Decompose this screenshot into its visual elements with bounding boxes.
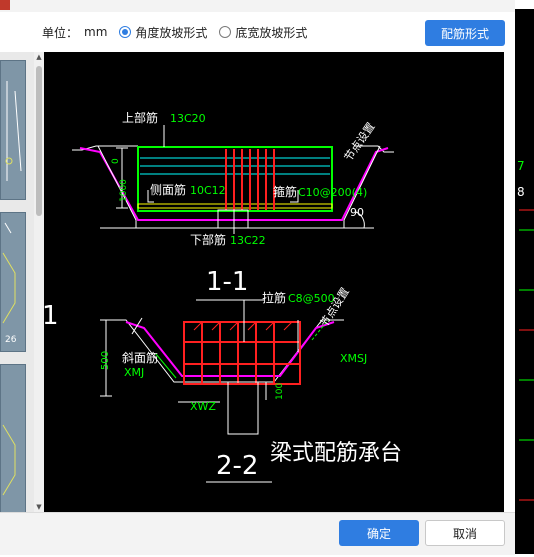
drawing-preview: 1 上部筋 13C20 侧面筋 10C12 箍筋 C10@200(4) 下部筋 … (42, 52, 504, 514)
background-canvas-lines: 7 8 (517, 159, 534, 501)
cancel-button[interactable]: 取消 (425, 520, 505, 546)
thumbnail-scrollbar[interactable]: ▲ ▼ (34, 52, 44, 512)
scrollbar-thumb[interactable] (36, 66, 42, 216)
thumbnail-item[interactable]: 26 (0, 212, 26, 352)
radio-checked-icon (119, 26, 132, 38)
xmsj-code: XMSJ (340, 352, 367, 365)
thumbnail-drawing-icon (2, 222, 16, 324)
height-dim-1: 1000 (119, 179, 129, 202)
slope-rebar-code: XMJ (124, 366, 144, 379)
title-bar (0, 0, 515, 12)
angle-value: 90 (350, 206, 364, 219)
thumbnail-item[interactable] (0, 60, 26, 200)
radio-angle-slope-label: 角度放坡形式 (135, 25, 208, 40)
stirrup-label: 箍筋 (273, 184, 297, 199)
section-title-2: 2-2 (216, 451, 258, 481)
stirrup-value: C10@200(4) (298, 186, 367, 199)
top-rebar-value: 13C20 (170, 112, 206, 125)
thumbnail-drawing-icon (5, 81, 22, 181)
background-canvas-strip: 7 8 (515, 0, 534, 554)
radio-width-slope-label: 底宽放坡形式 (235, 25, 308, 40)
thumbnail-drawing-icon (2, 424, 16, 496)
radio-unchecked-icon (219, 26, 232, 38)
svg-text:7: 7 (517, 159, 525, 173)
ok-button[interactable]: 确定 (339, 520, 419, 546)
tie-rebar-value: C8@500 (288, 292, 335, 305)
svg-text:8: 8 (517, 185, 525, 199)
unit-row: 单位： mm 角度放坡形式 底宽放坡形式 (42, 22, 307, 42)
thumbnail-item[interactable] (0, 364, 26, 512)
section-title-1: 1-1 (206, 267, 248, 297)
window-control-icon[interactable] (0, 0, 10, 10)
height-dim-2: 500 (100, 351, 111, 370)
drawing-caption: 梁式配筋承台 (270, 441, 402, 466)
bottom-rebar-label: 下部筋 (190, 232, 226, 247)
radio-width-slope[interactable]: 底宽放坡形式 (219, 24, 307, 41)
scroll-down-icon[interactable]: ▼ (34, 502, 44, 512)
side-rebar-label: 侧面筋 (150, 182, 186, 197)
top-rebar-label: 上部筋 (122, 110, 158, 125)
side-rebar-value: 10C12 (190, 184, 226, 197)
scroll-up-icon[interactable]: ▲ (34, 52, 44, 62)
dim-zero: 0 (111, 158, 121, 164)
dim-100: 100 (275, 383, 285, 400)
thumbnail-label: 26 (5, 335, 17, 345)
rebar-form-button[interactable]: 配筋形式 (425, 20, 505, 46)
left-section-label: 1 (44, 301, 59, 331)
rebar-drawing: 1 上部筋 13C20 侧面筋 10C12 箍筋 C10@200(4) 下部筋 … (42, 110, 402, 483)
radio-angle-slope[interactable]: 角度放坡形式 (119, 24, 207, 41)
slope-rebar-label: 斜面筋 (122, 350, 158, 365)
tie-rebar-label: 拉筋 (262, 290, 286, 305)
xwz-code: XWZ (190, 400, 216, 413)
unit-label: 单位： (42, 25, 79, 40)
bottom-rebar-value: 13C22 (230, 234, 266, 247)
unit-value: mm (84, 25, 108, 39)
rebar-dialog: 单位： mm 角度放坡形式 底宽放坡形式 配筋形式 26 ▲ ▼ 1 上部筋 1… (0, 0, 515, 555)
